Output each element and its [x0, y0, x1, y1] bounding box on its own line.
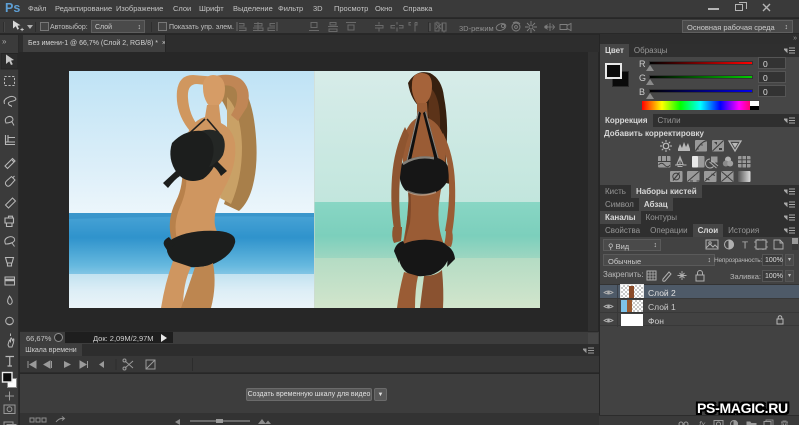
svg-text:T: T — [742, 241, 748, 252]
svg-text:fx.: fx. — [699, 420, 707, 425]
